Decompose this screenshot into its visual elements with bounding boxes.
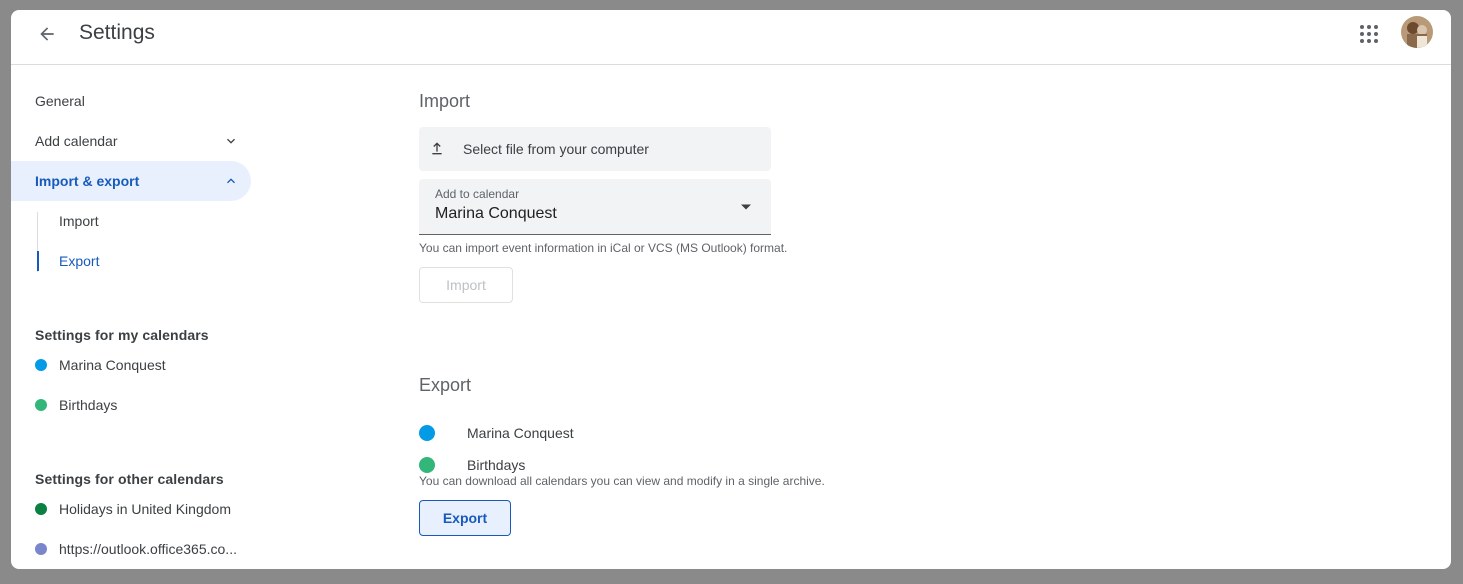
arrow-back-icon (40, 27, 54, 41)
add-to-calendar-select[interactable]: Add to calendar Marina Conquest (419, 179, 771, 235)
calendar-color-dot (35, 399, 47, 411)
sidebar-item-label: Export (59, 253, 100, 269)
export-help-text: You can download all calendars you can v… (419, 474, 825, 488)
sidebar-item-label: Import & export (35, 173, 140, 189)
import-heading: Import (419, 91, 471, 111)
calendar-color-dot (419, 425, 435, 441)
chevron-up-icon (227, 178, 235, 184)
sidebar-item-my-calendar[interactable]: Marina Conquest (11, 345, 251, 385)
sidebar-item-other-calendar[interactable]: Holidays in United Kingdom (11, 489, 251, 529)
sidebar-item-label: Add calendar (35, 133, 118, 149)
my-calendars-heading: Settings for my calendars (35, 327, 209, 343)
upload-icon (432, 142, 442, 155)
calendar-color-dot (35, 359, 47, 371)
select-value: Marina Conquest (435, 205, 557, 222)
other-calendars-heading: Settings for other calendars (35, 471, 224, 487)
sidebar-item-label: General (35, 93, 85, 109)
export-button[interactable]: Export (419, 500, 511, 536)
sidebar-item-import-export[interactable]: Import & export (11, 161, 251, 201)
page-title: Settings (79, 21, 155, 44)
sidebar-item-label: Birthdays (59, 397, 118, 413)
select-label: Add to calendar (435, 187, 520, 201)
apps-grid-icon (1360, 25, 1378, 43)
sidebar-item-add-calendar[interactable]: Add calendar (11, 121, 251, 161)
export-calendar-label: Birthdays (467, 457, 526, 473)
sidebar-item-my-calendar[interactable]: Birthdays (11, 385, 251, 425)
sidebar-item-label: https://outlook.office365.co... (59, 541, 237, 557)
calendar-color-dot (35, 543, 47, 555)
chevron-down-icon (227, 138, 235, 144)
import-help-text: You can import event information in iCal… (419, 241, 788, 255)
export-calendar-row: Marina Conquest (419, 417, 819, 449)
sidebar-subitem-export[interactable]: Export (37, 241, 251, 281)
export-heading: Export (419, 375, 472, 395)
sidebar: General Add calendar Import & export Imp… (11, 66, 261, 569)
sidebar-item-label: Holidays in United Kingdom (59, 501, 231, 517)
sidebar-subitem-import[interactable]: Import (37, 201, 251, 241)
import-button[interactable]: Import (419, 267, 513, 303)
back-button[interactable] (31, 18, 63, 50)
sidebar-item-general[interactable]: General (11, 81, 251, 121)
apps-button[interactable] (1355, 20, 1383, 48)
avatar-image (1401, 16, 1433, 48)
account-avatar[interactable] (1401, 16, 1433, 48)
sidebar-item-other-calendar[interactable]: https://outlook.office365.co... (11, 529, 251, 569)
sidebar-item-label: Marina Conquest (59, 357, 166, 373)
header: Settings (11, 10, 1451, 65)
export-calendar-label: Marina Conquest (467, 425, 574, 441)
calendar-color-dot (35, 503, 47, 515)
select-file-button[interactable]: Select file from your computer (419, 127, 771, 171)
sidebar-item-label: Import (59, 213, 99, 229)
dropdown-caret-icon (741, 204, 751, 210)
settings-window: Settings General Add calendar Import & e… (11, 10, 1451, 569)
main-content: Import Select file from your computer Ad… (419, 66, 1419, 569)
calendar-color-dot (419, 457, 435, 473)
select-file-label: Select file from your computer (463, 141, 649, 157)
